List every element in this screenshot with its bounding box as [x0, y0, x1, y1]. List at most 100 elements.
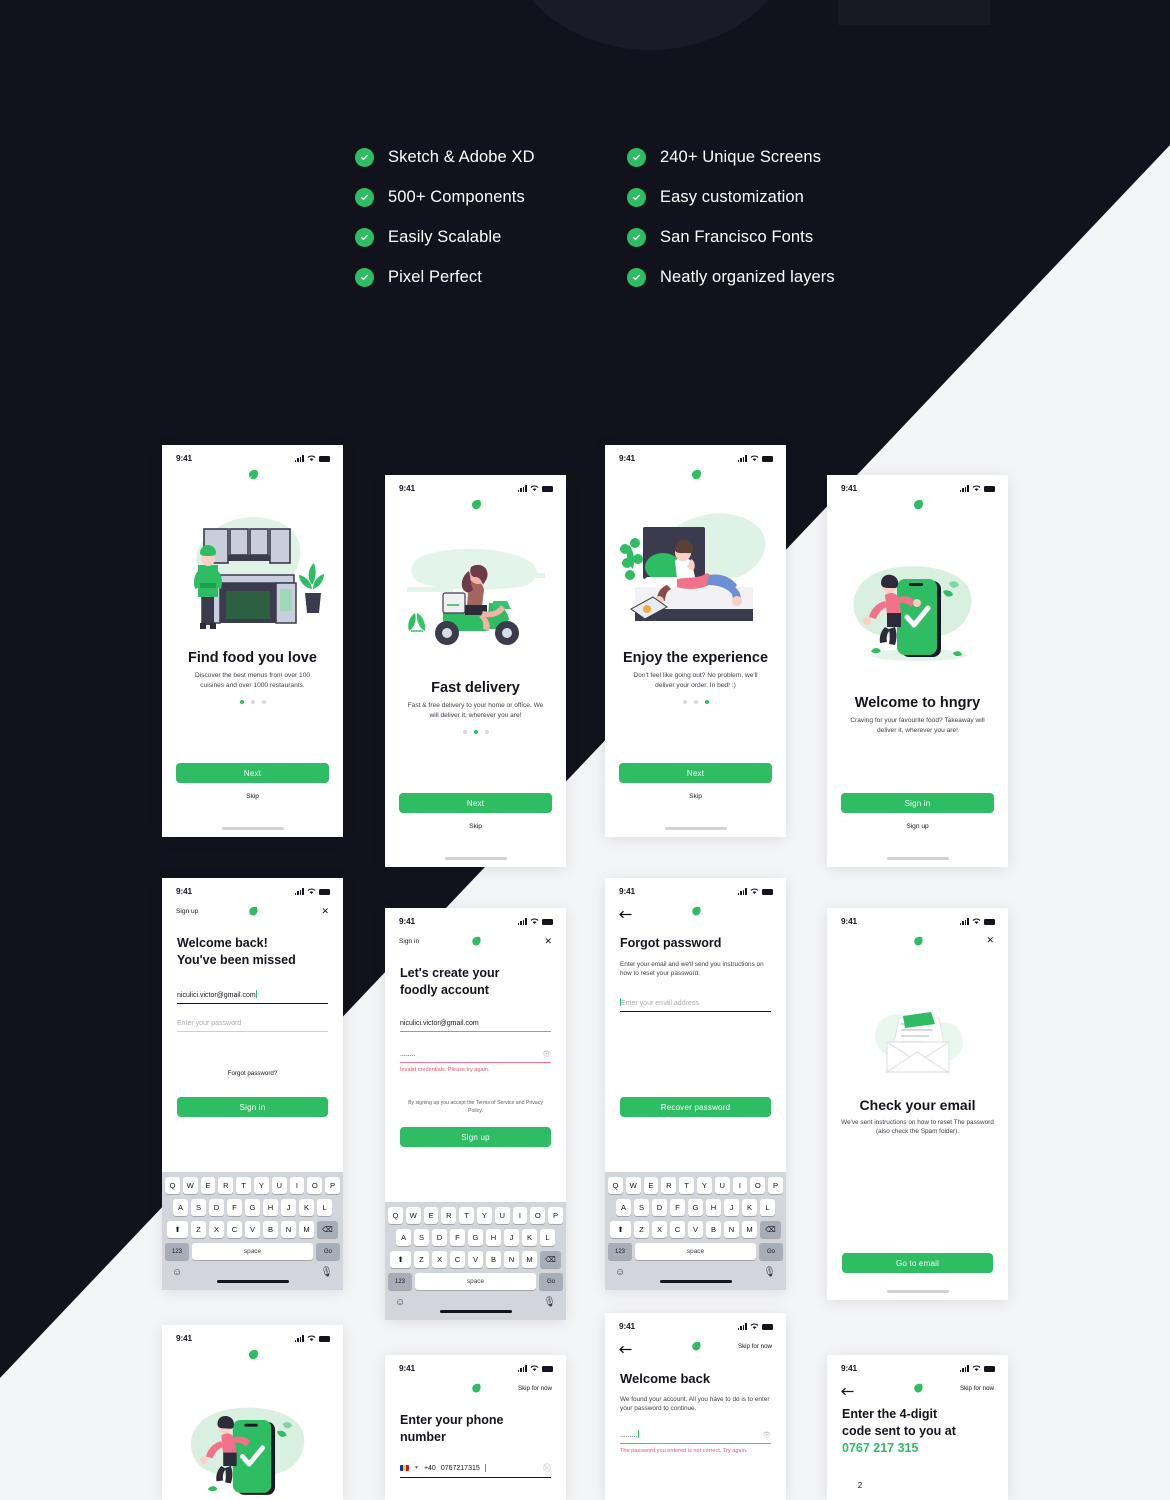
close-icon[interactable]: ✕ [986, 936, 994, 945]
key-v[interactable]: V [468, 1251, 483, 1268]
key-s[interactable]: S [191, 1199, 206, 1216]
microphone-icon[interactable]: 🎙 [320, 1268, 333, 1278]
key-z[interactable]: Z [191, 1221, 206, 1238]
skip-for-now-link[interactable]: Skip for now [738, 1343, 772, 1350]
key-i[interactable]: I [512, 1207, 528, 1224]
key-k[interactable]: K [522, 1229, 537, 1246]
dot[interactable] [462, 730, 467, 734]
key-k[interactable]: K [742, 1199, 757, 1216]
key-e[interactable]: E [423, 1207, 439, 1224]
on-screen-keyboard[interactable]: Q W E R T Y U I O P A S D F G H J K L ⬆ … [385, 1202, 566, 1320]
backspace-icon[interactable]: ⌫ [540, 1251, 561, 1268]
key-p[interactable]: P [325, 1177, 340, 1194]
romania-flag-icon[interactable] [400, 1465, 409, 1471]
key-e[interactable]: E [200, 1177, 216, 1194]
numeric-key[interactable]: 123 [388, 1273, 412, 1290]
key-m[interactable]: M [742, 1221, 757, 1238]
key-x[interactable]: X [209, 1221, 224, 1238]
key-w[interactable]: W [405, 1207, 421, 1224]
key-j[interactable]: J [281, 1199, 296, 1216]
next-button[interactable]: Next [619, 763, 772, 783]
key-b[interactable]: B [706, 1221, 721, 1238]
go-key[interactable]: Go [539, 1273, 563, 1290]
key-f[interactable]: F [450, 1229, 465, 1246]
key-i[interactable]: I [289, 1177, 305, 1194]
key-u[interactable]: U [271, 1177, 287, 1194]
dot[interactable] [682, 700, 687, 704]
microphone-icon[interactable]: 🎙 [543, 1298, 556, 1308]
key-r[interactable]: R [218, 1177, 234, 1194]
emoji-icon[interactable]: ☺ [615, 1268, 625, 1278]
shift-icon[interactable]: ⬆ [610, 1221, 631, 1238]
otp-digit-3[interactable] [919, 1475, 955, 1493]
key-y[interactable]: Y [477, 1207, 492, 1224]
key-m[interactable]: M [522, 1251, 537, 1268]
key-i[interactable]: I [732, 1177, 748, 1194]
key-d[interactable]: D [432, 1229, 447, 1246]
sign-up-button[interactable]: Sign up [400, 1127, 551, 1147]
key-l[interactable]: L [760, 1199, 775, 1216]
dot[interactable] [261, 700, 266, 704]
key-e[interactable]: E [643, 1177, 659, 1194]
forgot-password-link[interactable]: Forgot password? [162, 1070, 343, 1077]
key-o[interactable]: O [750, 1177, 766, 1194]
skip-button[interactable]: Skip [385, 823, 566, 830]
next-button[interactable]: Next [176, 763, 329, 783]
dot[interactable] [484, 730, 489, 734]
key-n[interactable]: N [724, 1221, 739, 1238]
numeric-key[interactable]: 123 [608, 1243, 632, 1260]
key-g[interactable]: G [245, 1199, 260, 1216]
sign-in-link[interactable]: Sign in [399, 938, 419, 945]
recover-password-button[interactable]: Recover password [620, 1097, 771, 1117]
key-j[interactable]: J [504, 1229, 519, 1246]
key-b[interactable]: B [486, 1251, 501, 1268]
space-key[interactable]: space [192, 1243, 313, 1260]
clear-circle-icon[interactable]: ⛒ [543, 1463, 551, 1473]
key-g[interactable]: G [468, 1229, 483, 1246]
email-field[interactable]: Enter your email address [620, 998, 771, 1012]
sign-in-button[interactable]: Sign in [177, 1097, 328, 1117]
key-z[interactable]: Z [414, 1251, 429, 1268]
next-button[interactable]: Next [399, 793, 552, 813]
key-s[interactable]: S [634, 1199, 649, 1216]
key-c[interactable]: C [670, 1221, 685, 1238]
key-w[interactable]: W [182, 1177, 198, 1194]
key-x[interactable]: X [652, 1221, 667, 1238]
key-h[interactable]: H [706, 1199, 721, 1216]
email-field[interactable]: niculici.victor@gmail.com [400, 1020, 551, 1033]
dot[interactable] [239, 700, 244, 704]
password-field[interactable]: ........ 👁 Invalid credentials. Please t… [400, 1050, 551, 1073]
chevron-down-icon[interactable]: ▼ [414, 1465, 419, 1471]
go-key[interactable]: Go [316, 1243, 340, 1260]
key-t[interactable]: T [236, 1177, 251, 1194]
key-h[interactable]: H [263, 1199, 278, 1216]
close-icon[interactable]: ✕ [544, 937, 552, 946]
key-b[interactable]: B [263, 1221, 278, 1238]
key-q[interactable]: Q [608, 1177, 623, 1194]
eye-off-icon[interactable]: 👁 [762, 1431, 771, 1439]
key-o[interactable]: O [530, 1207, 546, 1224]
key-l[interactable]: L [540, 1229, 555, 1246]
emoji-icon[interactable]: ☺ [172, 1268, 182, 1278]
backspace-icon[interactable]: ⌫ [760, 1221, 781, 1238]
skip-button[interactable]: Skip [162, 793, 343, 800]
key-f[interactable]: F [227, 1199, 242, 1216]
otp-input-group[interactable]: 2 [842, 1475, 993, 1493]
key-n[interactable]: N [504, 1251, 519, 1268]
key-s[interactable]: S [414, 1229, 429, 1246]
dot[interactable] [473, 730, 478, 734]
key-t[interactable]: T [679, 1177, 694, 1194]
emoji-icon[interactable]: ☺ [395, 1298, 405, 1308]
sign-in-button[interactable]: Sign in [841, 793, 994, 813]
skip-for-now-link[interactable]: Skip for now [518, 1385, 552, 1392]
key-z[interactable]: Z [634, 1221, 649, 1238]
key-k[interactable]: K [299, 1199, 314, 1216]
back-arrow-icon[interactable] [619, 906, 632, 924]
key-c[interactable]: C [227, 1221, 242, 1238]
key-u[interactable]: U [494, 1207, 510, 1224]
back-arrow-icon[interactable] [841, 1383, 854, 1401]
key-p[interactable]: P [768, 1177, 783, 1194]
dot[interactable] [704, 700, 709, 704]
dot[interactable] [250, 700, 255, 704]
key-v[interactable]: V [688, 1221, 703, 1238]
